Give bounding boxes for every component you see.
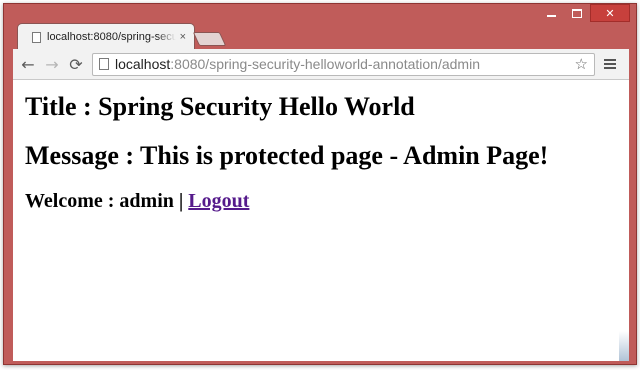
maximize-button[interactable] [564, 4, 590, 22]
page-icon [32, 31, 41, 43]
back-button[interactable]: ← [16, 52, 40, 76]
hamburger-menu-icon[interactable] [604, 59, 618, 69]
bookmark-star-icon[interactable]: ☆ [575, 55, 588, 73]
address-bar[interactable]: localhost:8080/spring-security-helloworl… [92, 52, 595, 76]
welcome-line: Welcome : admin | Logout [25, 189, 249, 213]
url-text[interactable]: localhost:8080/spring-security-helloworl… [115, 56, 575, 72]
close-window-button[interactable]: ✕ [590, 4, 630, 22]
maximize-icon [572, 8, 582, 18]
page-icon [99, 58, 109, 70]
tab-title: localhost:8080/spring-security-helloworl… [47, 31, 176, 43]
page-message: Message : This is protected page - Admin… [25, 141, 549, 170]
forward-arrow-icon: → [45, 54, 59, 74]
tab-close-icon[interactable]: × [180, 31, 186, 43]
reload-icon: ⟳ [69, 54, 83, 74]
minimize-icon [546, 14, 556, 17]
corner-decoration [619, 331, 629, 361]
back-arrow-icon: ← [21, 54, 35, 74]
browser-tab[interactable]: localhost:8080/spring-security-helloworl… [17, 23, 195, 50]
forward-button[interactable]: → [40, 52, 64, 76]
url-host: localhost [115, 56, 171, 72]
page-title: Title : Spring Security Hello World [25, 92, 415, 121]
logout-link[interactable]: Logout [188, 190, 249, 212]
browser-toolbar: ← → ⟳ localhost:8080/spring-security-hel… [13, 49, 629, 80]
url-path: :8080/spring-security-helloworld-annotat… [170, 56, 480, 72]
window-controls: ✕ [538, 4, 630, 24]
page-content: Title : Spring Security Hello World Mess… [13, 80, 629, 361]
welcome-text: Welcome : admin | [25, 190, 189, 212]
close-icon: ✕ [605, 6, 615, 20]
minimize-button[interactable] [538, 4, 564, 22]
reload-button[interactable]: ⟳ [64, 52, 88, 76]
new-tab-button[interactable] [192, 32, 227, 46]
browser-window: ✕ localhost:8080/spring-security-hellowo… [3, 3, 637, 365]
